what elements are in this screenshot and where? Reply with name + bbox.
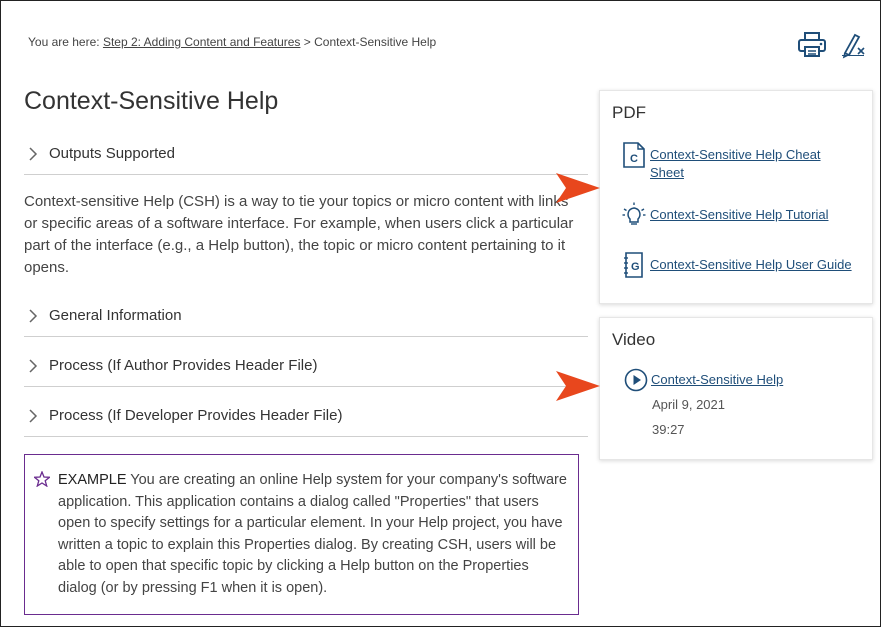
pdf-card: PDF C Context-Sensitive Help Cheat Sheet… <box>599 90 873 304</box>
chevron-right-icon <box>29 359 38 373</box>
video-card-title: Video <box>612 330 656 349</box>
user-guide-icon: G <box>624 252 643 278</box>
dropdown-outputs-supported[interactable]: Outputs Supported <box>24 135 588 175</box>
print-icon[interactable] <box>797 31 827 59</box>
video-card: Video Context-Sensitive Help April 9, 20… <box>599 317 873 460</box>
intro-paragraph: Context-sensitive Help (CSH) is a way to… <box>24 193 574 276</box>
page-title: Context-Sensitive Help <box>24 87 279 115</box>
breadcrumb-current: Context-Sensitive Help <box>314 35 437 49</box>
video-date: April 9, 2021 <box>652 397 725 412</box>
example-text: EXAMPLE You are creating an online Help … <box>58 470 570 599</box>
video-duration: 39:27 <box>652 422 685 437</box>
lightbulb-icon <box>622 202 646 225</box>
example-box: EXAMPLE You are creating an online Help … <box>24 454 579 615</box>
dropdown-label: General Information <box>49 307 182 324</box>
dropdown-label: Outputs Supported <box>49 145 175 162</box>
chevron-right-icon <box>29 309 38 323</box>
user-guide-icon-letter: G <box>631 261 640 273</box>
dropdown-label: Process (If Author Provides Header File) <box>49 357 318 374</box>
video-link[interactable]: Context-Sensitive Help <box>651 372 783 387</box>
cheat-sheet-icon-letter: C <box>630 153 638 165</box>
page-frame: You are here: Step 2: Adding Content and… <box>0 0 881 627</box>
pdf-link-user-guide[interactable]: Context-Sensitive Help User Guide <box>650 256 852 274</box>
example-tag: EXAMPLE <box>58 472 127 488</box>
dropdown-process-author[interactable]: Process (If Author Provides Header File) <box>24 347 588 387</box>
callout-arrow-pdf <box>556 173 600 203</box>
breadcrumb: You are here: Step 2: Adding Content and… <box>28 35 436 49</box>
pdf-link-tutorial[interactable]: Context-Sensitive Help Tutorial <box>650 206 850 224</box>
example-body: You are creating an online Help system f… <box>58 472 567 596</box>
breadcrumb-prefix: You are here: <box>28 35 103 49</box>
pdf-link-cheat-sheet[interactable]: Context-Sensitive Help Cheat Sheet <box>650 146 850 182</box>
dropdown-general-information[interactable]: General Information <box>24 297 588 337</box>
clear-highlight-underline <box>842 55 864 56</box>
pdf-card-title: PDF <box>612 103 646 122</box>
star-icon <box>34 471 50 487</box>
dropdown-process-developer[interactable]: Process (If Developer Provides Header Fi… <box>24 397 588 437</box>
breadcrumb-separator: > <box>300 35 315 49</box>
chevron-right-icon <box>29 409 38 423</box>
callout-arrow-video <box>556 371 600 401</box>
cheat-sheet-icon: C <box>623 142 645 168</box>
play-icon[interactable] <box>624 368 648 392</box>
breadcrumb-link[interactable]: Step 2: Adding Content and Features <box>103 35 300 49</box>
chevron-right-icon <box>29 147 38 161</box>
dropdown-label: Process (If Developer Provides Header Fi… <box>49 407 343 424</box>
